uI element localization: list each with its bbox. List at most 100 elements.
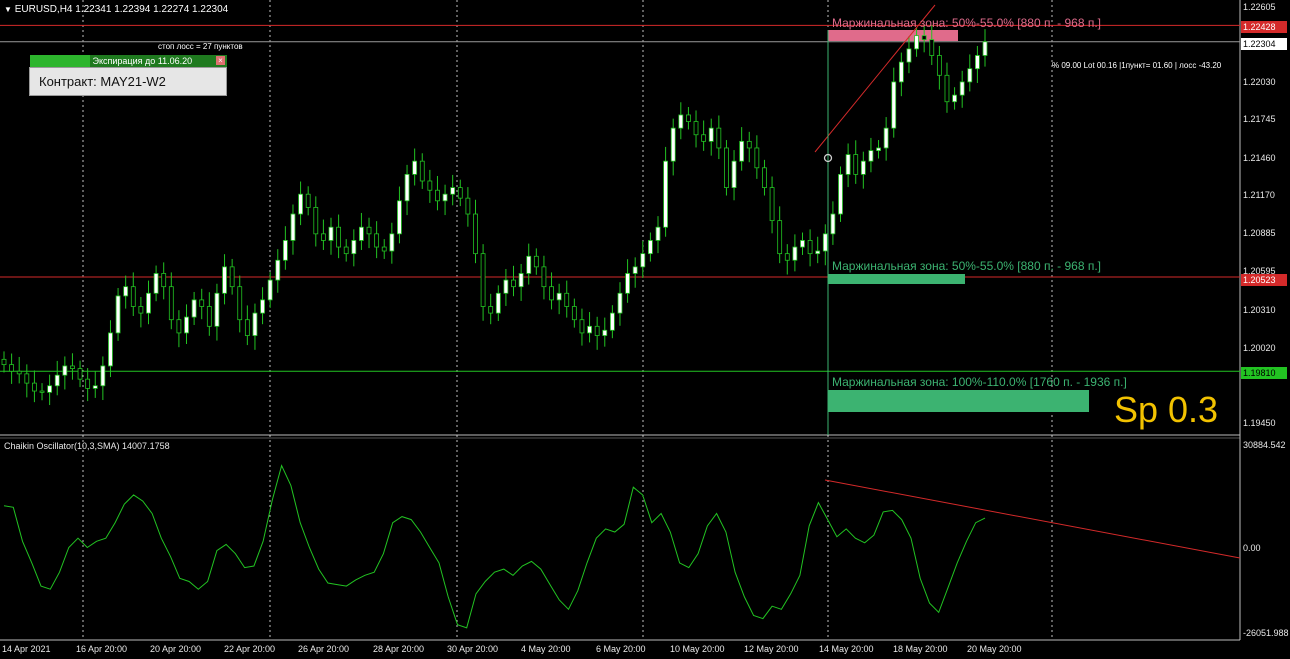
candle-body: [54, 374, 60, 387]
candle-body: [130, 286, 136, 307]
candle-body: [366, 226, 372, 235]
candle-body: [936, 55, 942, 76]
candle-body: [982, 41, 988, 56]
candle-body: [123, 286, 129, 297]
candle-body: [701, 134, 707, 142]
candle-body: [503, 279, 509, 294]
candle-body: [807, 240, 813, 255]
candle-body: [602, 329, 608, 336]
candle-body: [397, 200, 402, 235]
zone-boxes: [828, 30, 1089, 412]
candle-body: [617, 292, 623, 314]
candle-body: [571, 306, 577, 321]
candle-body: [336, 226, 342, 248]
expiry-text: Экспирация до 11.06.20: [92, 56, 193, 66]
candle-body: [754, 147, 760, 169]
candle-body: [191, 299, 197, 318]
candle-body: [290, 213, 296, 241]
margin-zone-label-2: Маржинальная зона: 50%-55.0% [880 п. - 9…: [832, 259, 1101, 273]
candle-body: [457, 187, 463, 199]
stop-loss-text: стоп лосс = 27 пунктов: [158, 42, 243, 51]
candle-body: [625, 273, 630, 294]
candle-body: [214, 292, 220, 327]
time-tick-label: 12 May 20:00: [744, 644, 799, 654]
candle-body: [716, 127, 722, 149]
candle-body: [929, 39, 935, 56]
candle-body: [762, 167, 767, 188]
candle-body: [184, 316, 189, 334]
candle-body: [708, 127, 714, 142]
trend-line-oscillator: [824, 479, 1241, 559]
candle-body: [686, 114, 691, 122]
candle-body: [511, 279, 516, 288]
candle-body: [465, 197, 471, 215]
candle-body: [427, 180, 433, 191]
time-tick-label: 30 Apr 20:00: [447, 644, 499, 654]
candle-body: [450, 187, 456, 195]
expiry-bar: Экспирация до 11.06.20 ×: [30, 55, 227, 67]
candle-body: [959, 81, 965, 96]
osc-tick-zero: 0.00: [1243, 543, 1261, 553]
chart-menu-icon[interactable]: ▼: [4, 5, 12, 14]
chart-title[interactable]: ▼ EURUSD,H4 1.22341 1.22394 1.22274 1.22…: [4, 4, 228, 15]
candle-body: [906, 48, 912, 63]
candle-body: [860, 160, 866, 175]
candle-body: [944, 74, 950, 103]
candle-body: [252, 312, 258, 336]
price-tag-label: 1.22428: [1241, 21, 1287, 33]
candle-body: [670, 127, 676, 162]
candle-body: [838, 173, 843, 215]
candle-body: [845, 154, 851, 175]
candle-body: [77, 368, 83, 380]
candle-body: [822, 233, 828, 252]
price-tick-label: 1.21745: [1243, 114, 1276, 124]
oscillator-title: Chaikin Oscillator(10,3,SMA) 14007.1758: [4, 441, 170, 451]
candle-body: [9, 364, 15, 372]
position-info-text: % 09.00 Lot 00.16 |1пункт= 01.60 | лосс …: [1052, 61, 1222, 70]
candle-body: [784, 253, 790, 261]
price-tick-label: 1.21170: [1243, 190, 1275, 200]
osc-tick-min: -26051.988: [1243, 628, 1289, 638]
contract-box[interactable]: Контракт: MAY21-W2: [29, 67, 227, 96]
time-tick-label: 28 Apr 20:00: [373, 644, 425, 654]
candle-body: [419, 160, 425, 182]
candle-body: [359, 226, 364, 241]
expiry-progress-fill: [30, 55, 90, 67]
candle-body: [518, 273, 524, 288]
candle-body: [693, 121, 699, 136]
candle-body: [967, 68, 973, 83]
margin-zone-label-1: Маржинальная зона: 50%-55.0% [880 п. - 9…: [832, 16, 1101, 30]
time-tick-label: 10 May 20:00: [670, 644, 725, 654]
candle-body: [746, 140, 752, 149]
price-tag-label: 1.20523: [1241, 274, 1287, 286]
candle-body: [146, 292, 151, 314]
candle-body: [876, 147, 881, 152]
candle-body: [85, 378, 91, 389]
candle-body: [868, 150, 874, 162]
candle-body: [313, 207, 319, 235]
price-tick-label: 1.21460: [1243, 153, 1276, 163]
candle-body: [153, 273, 159, 294]
price-tick-label: 1.22030: [1243, 77, 1276, 87]
margin-zone-box-2: [828, 274, 965, 284]
candle-body: [100, 365, 106, 387]
candle-body: [473, 213, 478, 255]
candle-body: [412, 160, 418, 175]
chart-canvas[interactable]: [0, 0, 1290, 659]
candle-body: [921, 35, 927, 41]
time-tick-label: 4 May 20:00: [521, 644, 571, 654]
candle-body: [898, 61, 904, 83]
candle-body: [480, 253, 486, 307]
candle-body: [206, 306, 212, 327]
price-tick-label: 1.19450: [1243, 418, 1276, 428]
close-icon[interactable]: ×: [216, 56, 225, 65]
candle-body: [32, 382, 37, 392]
candle-body: [830, 213, 836, 235]
candle-body: [647, 240, 653, 255]
candle-body: [328, 226, 334, 241]
candle-body: [609, 312, 615, 331]
candle-body: [435, 189, 440, 202]
candle-body: [541, 266, 547, 288]
candle-body: [495, 292, 501, 314]
candle-body: [579, 319, 585, 334]
